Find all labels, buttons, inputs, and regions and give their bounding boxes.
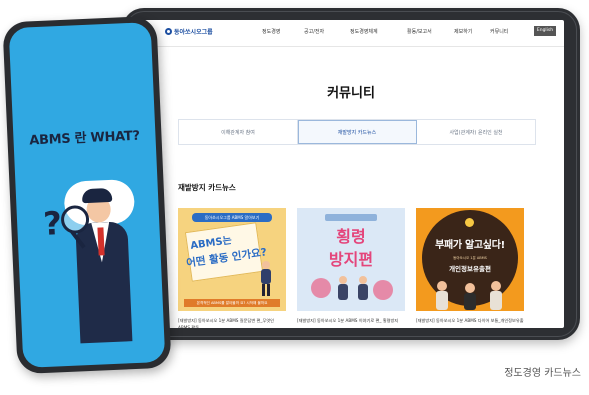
card-banner: 동아쏘시오그룹 ABMS 알아보기 xyxy=(192,213,272,222)
card-line2: 방지편 xyxy=(328,250,374,269)
person-illustration-icon xyxy=(261,261,271,296)
man-hair xyxy=(81,187,113,204)
english-button[interactable]: English xyxy=(534,26,556,36)
tab-stakeholder[interactable]: 이해관계자 참여 xyxy=(179,120,298,144)
tablet-device: 동아쏘시오그룹 정도경영 공고/전자 정도경영체계 활동/보고서 제보하기 커뮤… xyxy=(122,8,580,340)
card-caption[interactable]: [재발방지] 동아쏘시오 1분 ABMS 이야기로 편_ 횡령방지 xyxy=(297,317,405,324)
card-line1: 부패가 알고싶다! xyxy=(435,240,505,251)
card-caption[interactable]: [재발방지] 동아쏘시오 1분 ABMS 다이어 보통_개인정보유출 xyxy=(416,317,524,324)
section-title: 재발방지 카드뉴스 xyxy=(178,183,236,192)
nav-item-activity[interactable]: 활동/보고서 xyxy=(407,28,432,35)
logo-text: 동아쏘시오그룹 xyxy=(174,29,213,36)
card-thumbnail[interactable]: 동아쏘시오그룹 ABMS 알아보기 ABMS는 어떤 활동 인가요? 본격적인 … xyxy=(178,208,286,311)
phone-screen: ABMS 란 WHAT? ? xyxy=(8,22,166,368)
card-news-abms-activity[interactable]: 동아쏘시오그룹 ABMS 알아보기 ABMS는 어떤 활동 인가요? 본격적인 … xyxy=(178,208,286,328)
tablet-screen: 동아쏘시오그룹 정도경영 공고/전자 정도경영체계 활동/보고서 제보하기 커뮤… xyxy=(138,20,564,328)
site-logo[interactable]: 동아쏘시오그룹 xyxy=(165,27,213,36)
people-illustration-icon xyxy=(436,281,502,310)
man-tie xyxy=(97,227,105,256)
card-caption[interactable]: [재발방지] 동아쏘시오 1분 ABMS 질문답변 편_무엇인 ABMS 활동 xyxy=(178,317,286,328)
card-news-privacy-leak[interactable]: 부패가 알고싶다! 동아쏘시오 1분 ABMS 개인정보유출편 [재발방지] 동… xyxy=(416,208,524,324)
community-tabs: 이해관계자 참여 재발방지 카드뉴스 사업(관계자) 윤리인 실천 xyxy=(178,119,536,145)
card-thumbnail[interactable]: 부패가 알고싶다! 동아쏘시오 1분 ABMS 개인정보유출편 xyxy=(416,208,524,311)
site-header: 동아쏘시오그룹 정도경영 공고/전자 정도경영체계 활동/보고서 제보하기 커뮤… xyxy=(138,20,564,47)
logo-mark-icon xyxy=(165,28,172,35)
image-caption: 정도경영 카드뉴스 xyxy=(504,368,581,379)
nav-item-community[interactable]: 커뮤니티 xyxy=(490,28,508,35)
tab-ethics-practice[interactable]: 사업(관계자) 윤리인 실천 xyxy=(417,120,535,144)
card-line2: 개인정보유출편 xyxy=(449,265,491,273)
nav-item-report[interactable]: 제보하기 xyxy=(454,28,472,35)
card-subline: 동아쏘시오 1분 ABMS xyxy=(453,256,487,260)
card-news-embezzlement[interactable]: 횡령 방지편 [재발방지] 동아쏘시오 1분 ABMS 이야기로 편_ 횡령방지 xyxy=(297,208,405,324)
card-line1: 횡령 xyxy=(336,227,366,246)
phone-device: ABMS 란 WHAT? ? xyxy=(2,15,172,375)
card-thumbnail[interactable]: 횡령 방지편 xyxy=(297,208,405,311)
nav-item-system[interactable]: 정도경영체계 xyxy=(350,28,378,35)
thieves-illustration-icon xyxy=(311,276,393,300)
phone-headline: ABMS 란 WHAT? xyxy=(29,128,140,149)
question-mark-icon: ? xyxy=(42,204,63,243)
main-nav: 정도경영 공고/전자 정도경영체계 활동/보고서 제보하기 커뮤니티 xyxy=(262,28,512,38)
alert-icon xyxy=(465,218,474,227)
nav-item-ethics[interactable]: 정도경영 xyxy=(262,28,280,35)
card-top-strip xyxy=(325,214,377,221)
page-title: 커뮤니티 xyxy=(327,86,375,101)
tab-card-news[interactable]: 재발방지 카드뉴스 xyxy=(298,120,417,144)
card-footer: 본격적인 ABMS를 알아볼까 요? 시작해 볼까요 xyxy=(184,299,280,307)
nav-item-notice[interactable]: 공고/전자 xyxy=(304,28,324,35)
